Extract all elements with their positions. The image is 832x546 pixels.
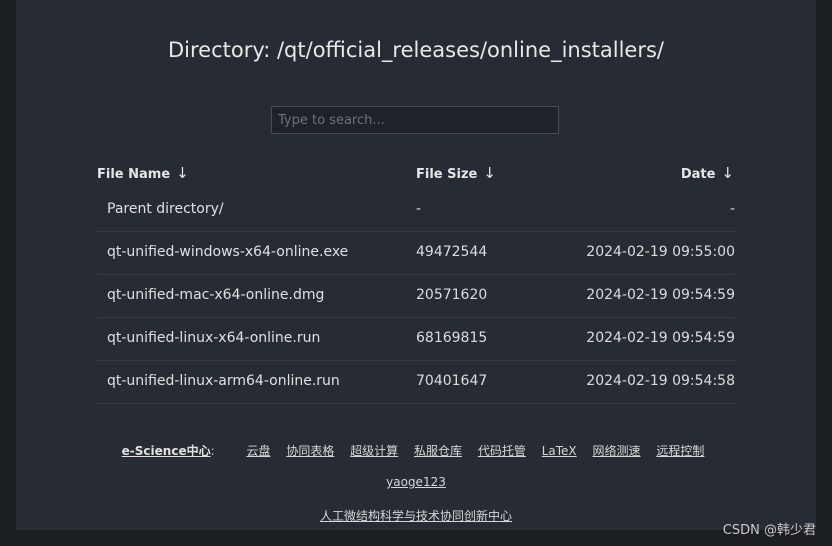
file-date: 2024-02-19 09:54:59 bbox=[586, 330, 735, 346]
file-size: 70401647 bbox=[416, 373, 488, 389]
file-size: 49472544 bbox=[416, 244, 488, 260]
table-row-parent-directory: Parent directory/ - - bbox=[97, 188, 735, 232]
footer-link-supercomputing[interactable]: 超级计算 bbox=[350, 444, 398, 458]
file-link[interactable]: qt-unified-linux-arm64-online.run bbox=[107, 373, 340, 389]
table-row: qt-unified-mac-x64-online.dmg 20571620 2… bbox=[97, 274, 735, 318]
footer-author-link[interactable]: yaoge123 bbox=[386, 475, 446, 489]
column-header-date[interactable]: Date ↓ bbox=[681, 164, 734, 182]
footer-link-speed-test[interactable]: 网络测速 bbox=[592, 444, 640, 458]
directory-panel: Directory: /qt/official_releases/online_… bbox=[16, 0, 816, 530]
file-size: 68169815 bbox=[416, 330, 488, 346]
table-row: qt-unified-windows-x64-online.exe 494725… bbox=[97, 231, 735, 275]
search-input[interactable] bbox=[271, 106, 559, 134]
file-date: 2024-02-19 09:54:59 bbox=[586, 287, 735, 303]
column-header-label: Date bbox=[680, 167, 716, 182]
file-link[interactable]: Parent directory/ bbox=[107, 201, 224, 217]
file-date: - bbox=[729, 201, 735, 217]
column-header-label: File Name bbox=[97, 167, 171, 182]
column-header-file-size[interactable]: File Size ↓ bbox=[416, 164, 496, 182]
footer-link-remote-control[interactable]: 远程控制 bbox=[656, 444, 704, 458]
page-title: Directory: /qt/official_releases/online_… bbox=[167, 38, 665, 62]
csdn-watermark: CSDN @韩少君 bbox=[722, 523, 816, 538]
footer-link-latex[interactable]: LaTeX bbox=[542, 444, 577, 458]
sort-arrow-icon: ↓ bbox=[483, 164, 496, 182]
footer-brand-link[interactable]: e-Science中心 bbox=[122, 444, 211, 458]
footer-line-3: 人工微结构科学与技术协同创新中心 bbox=[16, 507, 816, 524]
footer-separator: : bbox=[210, 444, 215, 458]
file-size: 20571620 bbox=[416, 287, 488, 303]
table-row: qt-unified-linux-arm64-online.run 704016… bbox=[97, 360, 735, 404]
footer-links: e-Science中心: 云盘 协同表格 超级计算 私服仓库 代码托管 LaTe… bbox=[16, 442, 816, 459]
sort-arrow-icon: ↓ bbox=[721, 164, 734, 182]
footer-link-collab-sheets[interactable]: 协同表格 bbox=[286, 444, 334, 458]
file-date: 2024-02-19 09:54:58 bbox=[586, 373, 735, 389]
file-date: 2024-02-19 09:55:00 bbox=[586, 244, 735, 260]
column-header-file-name[interactable]: File Name ↓ bbox=[97, 164, 189, 182]
footer-line-2: yaoge123 bbox=[16, 475, 816, 489]
footer-link-cloud-drive[interactable]: 云盘 bbox=[246, 444, 270, 458]
footer-link-private-repo[interactable]: 私服仓库 bbox=[414, 444, 462, 458]
table-row: qt-unified-linux-x64-online.run 68169815… bbox=[97, 317, 735, 361]
file-size: - bbox=[416, 201, 422, 217]
file-link[interactable]: qt-unified-windows-x64-online.exe bbox=[107, 244, 348, 260]
sort-arrow-icon: ↓ bbox=[176, 164, 189, 182]
file-link[interactable]: qt-unified-mac-x64-online.dmg bbox=[107, 287, 324, 303]
column-header-label: File Size bbox=[416, 167, 478, 182]
footer-institution-link[interactable]: 人工微结构科学与技术协同创新中心 bbox=[320, 509, 512, 523]
footer-link-code-hosting[interactable]: 代码托管 bbox=[478, 444, 526, 458]
file-link[interactable]: qt-unified-linux-x64-online.run bbox=[107, 330, 320, 346]
